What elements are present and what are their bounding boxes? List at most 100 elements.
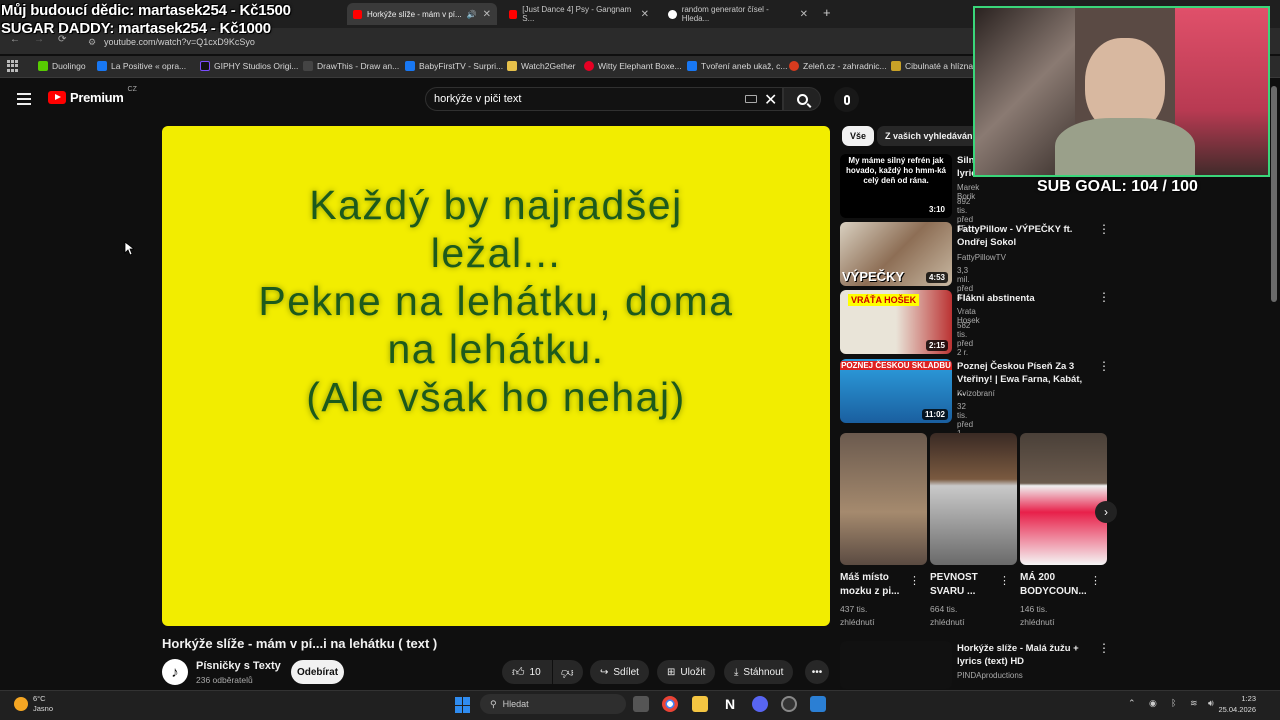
video-thumbnail[interactable]: [840, 641, 952, 689]
windows-start-icon[interactable]: [455, 697, 471, 713]
short-views: 664 tis. zhlédnutí: [930, 603, 965, 629]
more-options-icon[interactable]: ⋮: [1098, 222, 1110, 236]
like-button[interactable]: 👍︎ 10: [502, 660, 552, 684]
clock-date: 25.04.2026: [1218, 705, 1256, 714]
save-button[interactable]: ⊞ Uložit: [657, 660, 716, 684]
keyboard-icon[interactable]: [745, 95, 757, 103]
more-options-icon[interactable]: ⋮: [1098, 290, 1110, 304]
weather-sun-icon[interactable]: [14, 697, 28, 711]
close-tab-icon[interactable]: ✕: [483, 9, 491, 20]
new-tab-icon[interactable]: +: [823, 5, 831, 20]
channel-name[interactable]: Písničky s Texty: [196, 660, 281, 672]
obs-icon[interactable]: [781, 696, 797, 712]
bookmark-babyfirst[interactable]: BabyFirstTV - Surpri...: [405, 61, 503, 71]
short-thumbnail[interactable]: [1020, 433, 1107, 565]
search-icon: ⚲: [490, 698, 497, 709]
short-thumbnail[interactable]: [840, 433, 927, 565]
notion-icon[interactable]: N: [722, 696, 738, 712]
video-channel: FattyPillowTV: [957, 253, 1006, 262]
thumbnail-text: My máme silný refrén jak hovado, každý h…: [845, 156, 947, 185]
more-options-icon[interactable]: ⋮: [909, 574, 920, 587]
bookmark-witty-elephant[interactable]: Witty Elephant Boxe...: [584, 61, 682, 71]
bookmark-tvoreni[interactable]: Tvoření aneb ukaž, c...: [687, 61, 787, 71]
mouse-cursor-icon: [124, 241, 134, 256]
video-channel: PINDAproductions: [957, 671, 1023, 680]
menu-icon[interactable]: [17, 93, 31, 105]
network-icon[interactable]: ◉: [1149, 698, 1157, 709]
discord-icon[interactable]: [752, 696, 768, 712]
clock-time: 1:23: [1241, 694, 1256, 703]
apps-grid-icon[interactable]: [7, 60, 19, 72]
video-channel: Kvizobraní: [957, 389, 995, 398]
next-arrow-icon[interactable]: ›: [1095, 501, 1117, 523]
page-scrollbar[interactable]: [1271, 86, 1277, 302]
w2g-icon: [507, 61, 517, 71]
subscribe-button[interactable]: Odebírat: [291, 660, 344, 684]
close-tab-icon[interactable]: ✕: [800, 9, 808, 20]
video-thumbnail[interactable]: POZNEJ ČESKOU SKLADBU 11:02: [840, 359, 952, 423]
bookmark-la-positive[interactable]: La Positive « opra...: [97, 61, 186, 71]
clear-search-icon[interactable]: ✕: [764, 90, 777, 110]
task-view-icon[interactable]: [633, 696, 649, 712]
bookmark-cibulnate[interactable]: Cibulnaté a hlíznat...: [891, 61, 983, 71]
country-code: CZ: [127, 86, 137, 93]
bookmark-zelen[interactable]: Zeleň.cz - zahradnic...: [789, 61, 887, 71]
chip-all[interactable]: Vše: [842, 126, 875, 146]
music-note-icon: ♪: [171, 663, 179, 681]
thumbs-up-icon: 👍︎: [512, 664, 525, 679]
bookmark-giphy[interactable]: GIPHY Studios Origi...: [200, 61, 298, 71]
video-thumbnail[interactable]: VRÁŤA HOŠEK 2:15: [840, 290, 952, 354]
short-title[interactable]: MÁ 200 BODYCOUN...: [1020, 571, 1100, 599]
chrome-icon[interactable]: [662, 696, 678, 712]
short-thumbnail[interactable]: [930, 433, 1017, 565]
bluetooth-icon[interactable]: ᛒ: [1171, 698, 1176, 708]
taskbar-clock[interactable]: 1:23 25.04.2026: [1218, 693, 1256, 715]
tab-just-dance[interactable]: [Just Dance 4] Psy - Gangnam S... ✕: [503, 3, 655, 25]
views-label: zhlédnutí: [930, 617, 965, 627]
more-actions-button[interactable]: •••: [805, 660, 829, 684]
tab-horkyze[interactable]: Horkýže slíže - mám v pí... 🔊 ✕: [347, 3, 497, 25]
search-placeholder: Hledat: [502, 699, 529, 709]
site-info-icon[interactable]: ⚙: [88, 37, 96, 48]
channel-avatar[interactable]: ♪: [162, 659, 188, 685]
tab-label: random generator čísel - Hleda...: [681, 5, 769, 23]
download-button[interactable]: ⤓ Stáhnout: [724, 660, 794, 684]
tab-label: Horkýže slíže - mám v pí...: [367, 9, 462, 19]
voice-search-button[interactable]: [834, 87, 859, 112]
video-thumbnail[interactable]: My máme silný refrén jak hovado, každý h…: [840, 154, 952, 218]
subscriber-count: 236 odběratelů: [196, 675, 253, 685]
volume-icon[interactable]: 🔊︎: [1208, 698, 1214, 709]
weather-widget[interactable]: 6°C Jasno: [33, 694, 53, 714]
bookmark-watch2gether[interactable]: Watch2Gether: [507, 61, 576, 71]
url-field[interactable]: youtube.com/watch?v=Q1cxD9KcSyo: [104, 37, 255, 47]
bookmark-drawthis[interactable]: DrawThis - Draw an...: [303, 61, 399, 71]
tray-overflow-icon[interactable]: ⌃: [1128, 698, 1136, 709]
chip-from-searches[interactable]: Z vašich vyhledávání: [877, 126, 984, 146]
app-icon[interactable]: [810, 696, 826, 712]
tab-random-generator[interactable]: random generator čísel - Hleda... ✕: [662, 3, 814, 25]
views-label: zhlédnutí: [840, 617, 875, 627]
more-options-icon[interactable]: ⋮: [1098, 359, 1110, 373]
close-tab-icon[interactable]: ✕: [641, 9, 649, 20]
more-options-icon[interactable]: ⋮: [1090, 574, 1101, 587]
views-count: 664 tis.: [930, 604, 958, 614]
file-explorer-icon[interactable]: [692, 696, 708, 712]
dislike-button[interactable]: 👍︎: [553, 660, 583, 684]
save-label: Uložit: [680, 666, 706, 678]
bookmark-duolingo[interactable]: Duolingo: [38, 61, 86, 71]
search-button[interactable]: [783, 87, 821, 111]
more-options-icon[interactable]: ⋮: [999, 574, 1010, 587]
duration-badge: 4:53: [925, 272, 948, 283]
more-options-icon[interactable]: ⋮: [1098, 641, 1110, 655]
video-title: Flákni abstinenta: [957, 293, 1035, 304]
short-title[interactable]: Máš místo mozku z pi...: [840, 571, 920, 599]
youtube-logo[interactable]: Premium CZ: [48, 86, 137, 105]
short-title[interactable]: PEVNOST SVARU ...: [930, 571, 1010, 599]
wifi-icon[interactable]: ≋: [1190, 698, 1198, 709]
save-icon: ⊞: [667, 666, 676, 678]
video-thumbnail[interactable]: VÝPEČKY 4:53: [840, 222, 952, 286]
taskbar-search[interactable]: ⚲ Hledat: [480, 694, 626, 714]
video-player[interactable]: Každý by najradšej ležal... Pekne na leh…: [162, 126, 830, 626]
share-button[interactable]: ↪ Sdílet: [590, 660, 649, 684]
download-icon: ⤓: [734, 666, 739, 678]
